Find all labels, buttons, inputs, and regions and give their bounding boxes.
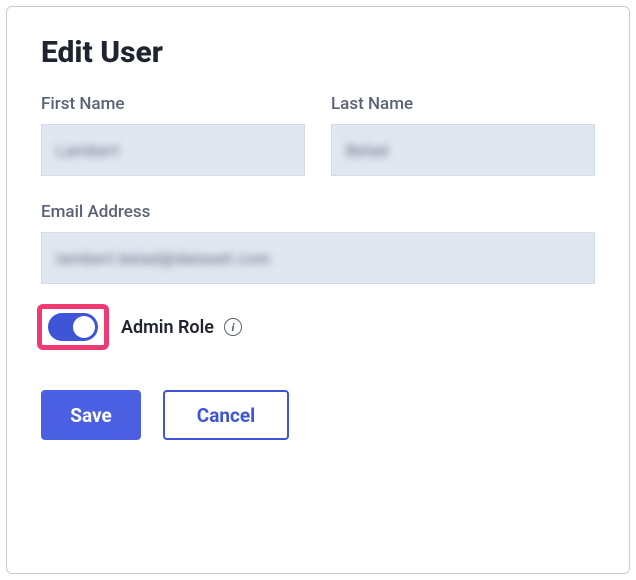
admin-role-label: Admin Role [121,317,214,338]
last-name-label: Last Name [331,94,595,114]
admin-toggle-highlight [37,304,109,350]
email-label: Email Address [41,202,595,222]
first-name-input[interactable]: Lambert [41,124,305,176]
info-icon[interactable]: i [224,318,242,336]
name-row: First Name Lambert Last Name Belad [41,94,595,176]
edit-user-card: Edit User First Name Lambert Last Name B… [6,6,630,574]
email-field: Email Address lambert.belad@dataset.com [41,202,595,284]
email-value: lambert.belad@dataset.com [56,249,271,268]
first-name-label: First Name [41,94,305,114]
first-name-value: Lambert [56,141,119,160]
toggle-knob [73,316,95,338]
cancel-button[interactable]: Cancel [163,390,289,440]
save-button[interactable]: Save [41,390,141,440]
last-name-input[interactable]: Belad [331,124,595,176]
admin-role-toggle[interactable] [48,313,98,341]
last-name-field: Last Name Belad [331,94,595,176]
email-input[interactable]: lambert.belad@dataset.com [41,232,595,284]
page-title: Edit User [41,35,595,70]
last-name-value: Belad [346,141,389,160]
admin-role-row: Admin Role i [37,304,595,350]
actions-row: Save Cancel [41,390,595,440]
first-name-field: First Name Lambert [41,94,305,176]
